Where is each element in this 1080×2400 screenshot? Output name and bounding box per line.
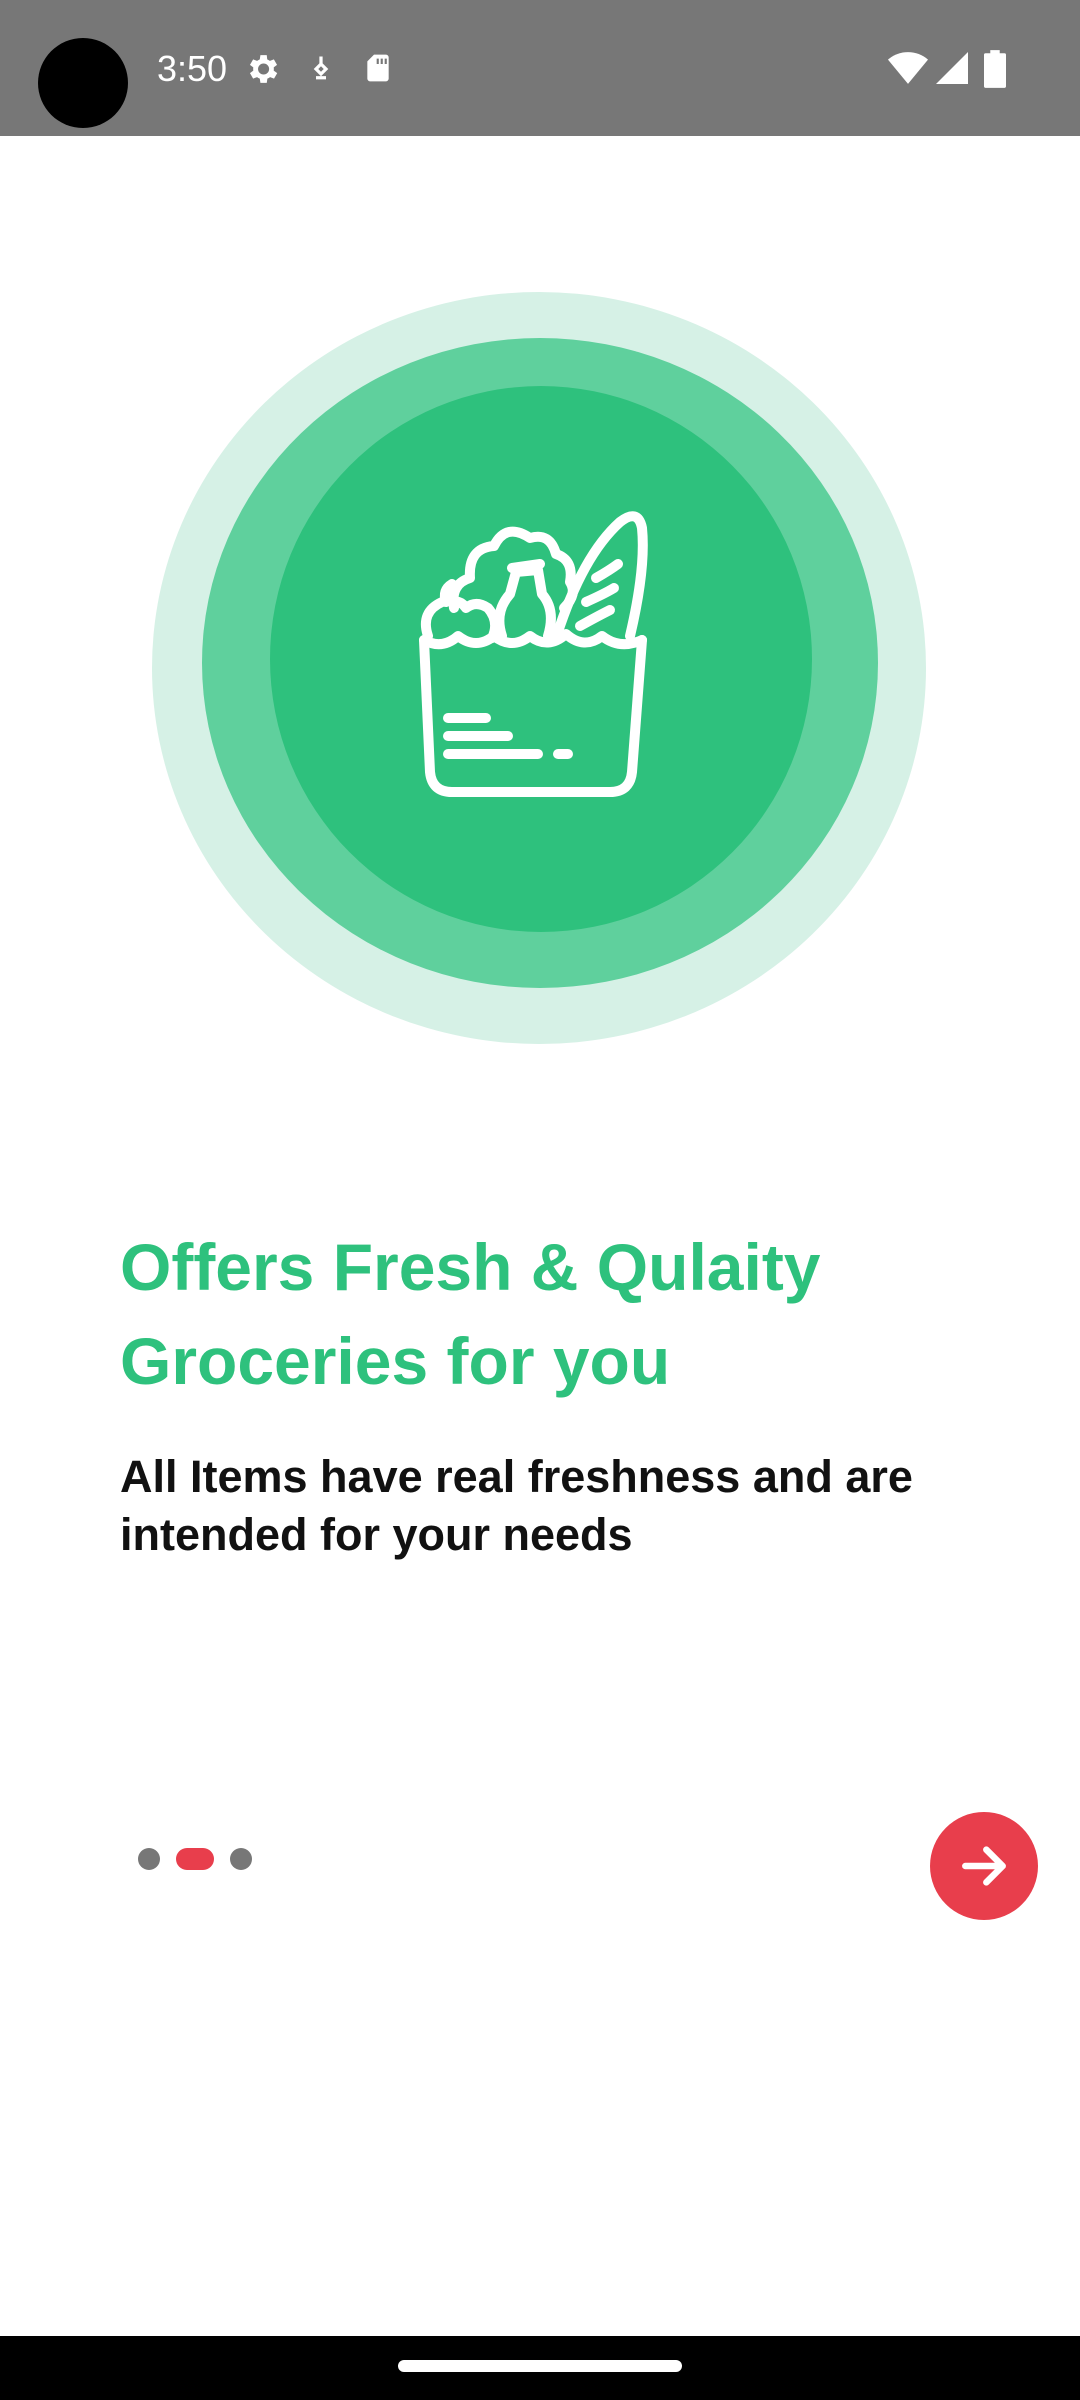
sd-card-icon: [367, 54, 389, 82]
arrow-right-icon: [962, 1846, 1006, 1886]
page-dot-1[interactable]: [138, 1848, 160, 1870]
vpn-key-icon: [313, 56, 329, 80]
grocery-bag-icon: [419, 511, 648, 797]
onboarding-title: Offers Fresh & Qulaity Groceries for you: [120, 1230, 821, 1398]
status-bar: 3:50: [0, 0, 1080, 136]
next-button[interactable]: [930, 1812, 1038, 1920]
status-time: 3:50: [157, 48, 228, 89]
page-dot-3[interactable]: [230, 1848, 252, 1870]
wifi-icon: [888, 52, 928, 84]
hero-illustration: [152, 292, 926, 1044]
onboarding-subtitle: All Items have real freshness and are in…: [120, 1451, 913, 1560]
home-gesture-handle[interactable]: [398, 2360, 682, 2372]
settings-gear-icon: [249, 55, 278, 83]
page-dot-2-active[interactable]: [176, 1848, 214, 1870]
battery-icon: [984, 50, 1006, 88]
navigation-bar: [0, 2336, 1080, 2400]
cellular-signal-icon: [936, 52, 968, 84]
camera-cutout: [38, 38, 128, 128]
